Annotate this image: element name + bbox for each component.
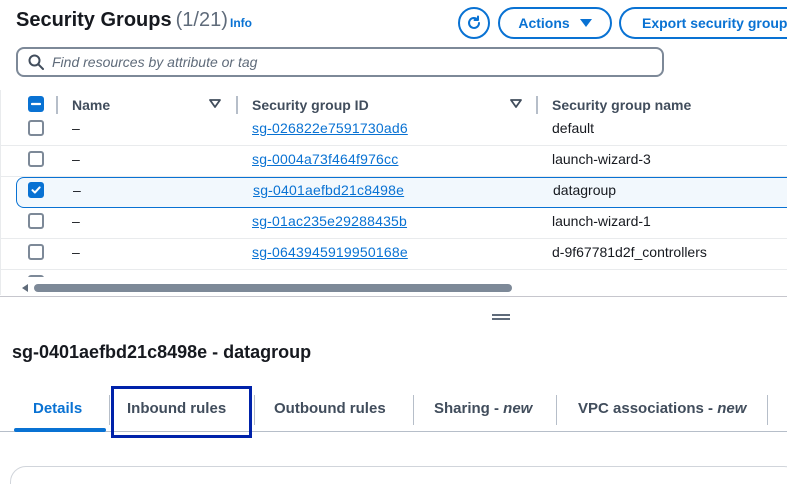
security-group-id-link[interactable]: sg-01ac235e29288435b (252, 213, 407, 229)
table-header: Name Security group ID Security group na… (0, 90, 787, 120)
tab-sharing-new: new (503, 400, 533, 417)
tab-separator (254, 395, 255, 425)
tab-vpc-associations[interactable]: VPC associations - new (578, 400, 746, 417)
resize-handle[interactable] (492, 314, 510, 320)
active-tab-indicator (14, 428, 106, 432)
security-group-name: datagroup (553, 182, 617, 198)
highlight-box (111, 386, 252, 438)
security-group-name: d-9f67781d2f_controllers (552, 244, 707, 260)
refresh-button[interactable] (458, 7, 490, 39)
search-input[interactable]: Find resources by attribute or tag (16, 47, 664, 77)
export-button-label: Export security groups (642, 15, 787, 31)
security-group-name: launch-wizard-1 (552, 213, 651, 229)
search-placeholder: Find resources by attribute or tag (52, 54, 258, 70)
export-security-groups-button[interactable]: Export security groups (619, 7, 787, 39)
actions-button-label: Actions (518, 15, 570, 31)
column-header-security-group-name[interactable]: Security group name (552, 97, 691, 113)
security-group-name: default (552, 120, 595, 136)
sort-caret-icon[interactable] (510, 98, 522, 110)
checkmark-icon (31, 186, 41, 194)
tab-separator (109, 395, 110, 425)
tab-sharing[interactable]: Sharing - new (434, 400, 532, 417)
table-row[interactable]: – sg-0643945919950168e d-9f67781d2f_cont… (0, 239, 787, 270)
detail-title: sg-0401aefbd21c8498e - datagroup (12, 342, 312, 362)
row-checkbox[interactable] (28, 244, 44, 260)
page-title: Security Groups (1/21) (16, 9, 228, 32)
tab-outbound-rules[interactable]: Outbound rules (274, 400, 386, 417)
table-row-partial[interactable] (0, 270, 787, 277)
table-row[interactable]: – sg-026822e7591730ad6 default (0, 119, 787, 146)
table-row[interactable]: – sg-01ac235e29288435b launch-wizard-1 (0, 208, 787, 239)
row-checkbox[interactable] (28, 213, 44, 229)
security-group-id-link[interactable]: sg-0401aefbd21c8498e (253, 182, 404, 198)
row-name: – (72, 120, 80, 136)
indeterminate-icon (31, 102, 41, 106)
actions-button[interactable]: Actions (498, 7, 612, 39)
row-name: – (73, 182, 81, 198)
security-group-id-link[interactable]: sg-0004a73f464f976cc (252, 151, 398, 167)
row-name: – (72, 244, 80, 260)
column-separator (236, 96, 238, 114)
caret-down-icon (579, 19, 592, 27)
table-body: – sg-026822e7591730ad6 default – sg-0004… (0, 119, 787, 277)
page-title-text: Security Groups (16, 9, 172, 31)
row-checkbox[interactable] (28, 151, 44, 167)
row-checkbox[interactable] (28, 120, 44, 136)
column-header-security-group-id[interactable]: Security group ID (252, 97, 369, 113)
row-checkbox-checked[interactable] (28, 182, 44, 198)
info-link[interactable]: Info (230, 16, 252, 30)
tab-details[interactable]: Details (33, 400, 82, 417)
column-header-name[interactable]: Name (72, 97, 110, 113)
security-group-id-link[interactable]: sg-0643945919950168e (252, 244, 408, 260)
divider (0, 296, 787, 297)
column-separator (536, 96, 538, 114)
security-group-name: launch-wizard-3 (552, 151, 651, 167)
tab-separator (767, 395, 768, 425)
row-name: – (72, 151, 80, 167)
tab-vpc-new: new (717, 400, 747, 417)
tab-vpc-label: VPC associations - (578, 400, 718, 417)
select-all-checkbox[interactable] (28, 96, 44, 112)
refresh-icon (468, 15, 480, 29)
security-group-id-link[interactable]: sg-026822e7591730ad6 (252, 120, 408, 136)
row-checkbox[interactable] (28, 275, 44, 277)
table-row-selected[interactable]: – sg-0401aefbd21c8498e datagroup (16, 177, 787, 208)
table-row[interactable]: – sg-0004a73f464f976cc launch-wizard-3 (0, 146, 787, 177)
tab-sharing-label: Sharing - (434, 400, 504, 417)
column-separator (56, 96, 58, 114)
horizontal-scrollbar[interactable] (34, 284, 512, 292)
row-name: – (72, 213, 80, 229)
sort-caret-icon[interactable] (209, 98, 221, 110)
tab-separator (413, 395, 414, 425)
tab-separator (556, 395, 557, 425)
selection-count: (1/21) (175, 9, 228, 31)
search-icon (28, 54, 44, 70)
details-panel (10, 466, 787, 484)
scroll-left-arrow[interactable] (22, 284, 28, 292)
